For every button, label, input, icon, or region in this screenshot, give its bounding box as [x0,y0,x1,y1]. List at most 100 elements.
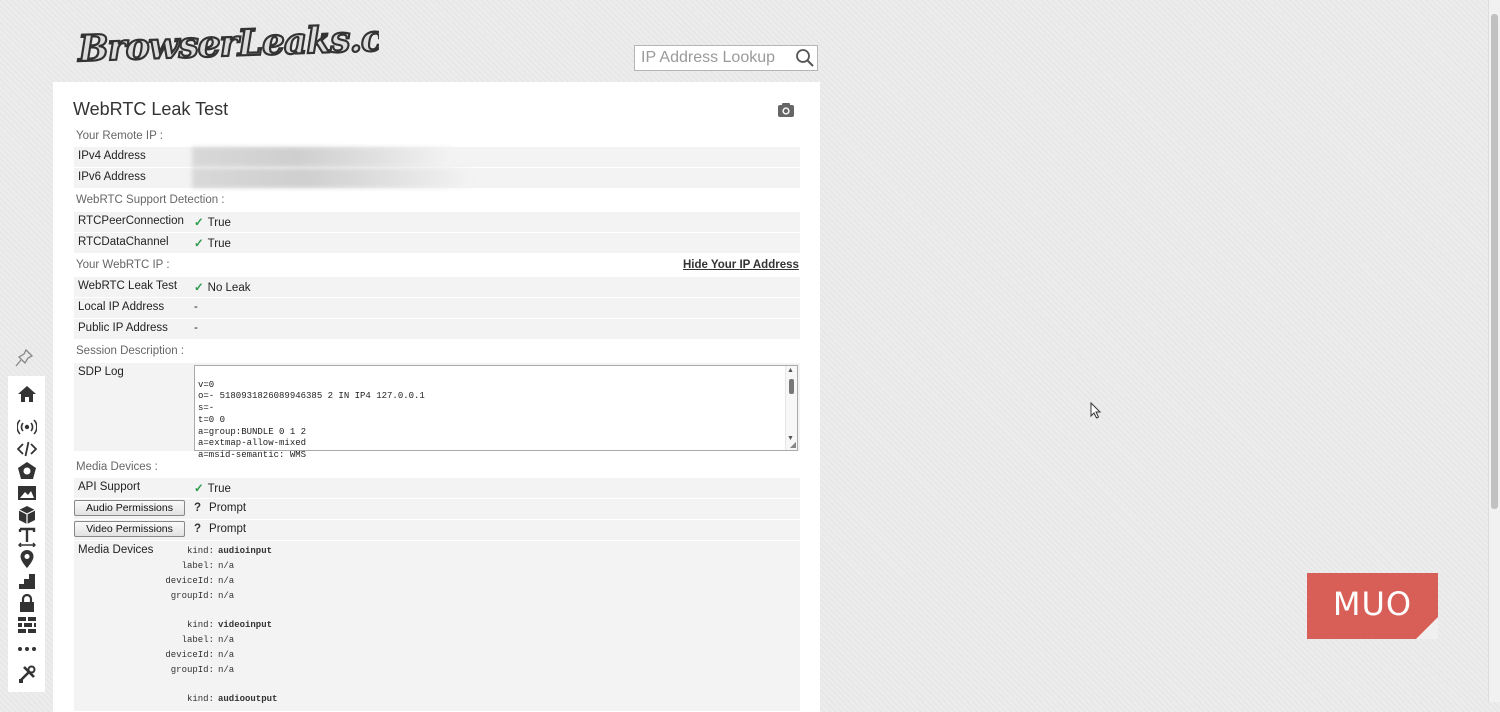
local-ip-value: - [194,301,198,313]
location-icon[interactable] [17,549,37,569]
device-block-audioinput: kind: audioinput label: n/a deviceId: n/a g… [104,544,272,604]
rtcdata-label: RTCDataChannel [78,236,169,248]
device-kind: audiooutput [218,694,278,704]
image-icon[interactable] [17,483,37,503]
ipv4-value-blurred [192,147,452,167]
rtcdata-value: True [207,238,231,250]
sdp-log-textarea[interactable]: v=0 o=- 5180931826089946385 2 IN IP4 127… [194,365,798,460]
device-key: kind: [186,694,214,704]
device-key: groupId: [170,591,214,601]
sdp-line: a=group:BUNDLE 0 1 2 [198,426,307,437]
public-ip-value: - [194,322,198,334]
device-id: n/a [218,650,235,660]
sdp-line: a=extmap-allow-mixed [198,438,307,449]
local-ip-label: Local IP Address [78,301,165,313]
local-ip-row: Local IP Address - [74,298,800,318]
section-webrtc-ip: Your WebRTC IP : [76,259,170,271]
broadcast-icon[interactable] [17,417,37,437]
mouse-cursor-icon [1090,402,1102,419]
hide-ip-link[interactable]: Hide Your IP Address [683,259,799,271]
device-block-audiooutput: kind: audiooutput [104,692,277,707]
section-remote-ip: Your Remote IP : [76,130,163,142]
section-media: Media Devices : [76,461,158,473]
sdp-scrollbar[interactable]: ▲ ▼ [785,366,797,450]
sdp-line: t=0 0 [198,414,226,425]
ip-lookup-input[interactable] [635,46,791,70]
section-support: WebRTC Support Detection : [76,194,225,206]
muo-watermark: MUO [1307,573,1438,639]
rtcpeer-value: True [207,217,231,229]
scroll-thumb[interactable] [789,379,794,394]
media-devices-row: Media Devices kind: audioinput label: n/a … [74,541,800,711]
ipv6-value-blurred [192,168,472,188]
check-icon: ✓ [194,238,204,250]
api-support-value: True [207,483,231,495]
rtcdata-row: RTCDataChannel ✓ True [74,233,800,253]
text-icon[interactable] [17,527,37,547]
firewall-icon[interactable] [17,615,37,635]
resize-handle-icon[interactable]: ◢ [790,440,796,449]
camera-icon[interactable] [777,102,795,118]
tools-icon[interactable] [17,664,37,684]
device-key: label: [181,561,214,571]
check-icon: ✓ [194,483,204,495]
check-icon: ✓ [194,217,204,229]
page-scroll-thumb[interactable] [1491,14,1498,509]
device-key: label: [181,635,214,645]
public-ip-label: Public IP Address [78,322,168,334]
device-key: deviceId: [165,576,214,586]
page-title: WebRTC Leak Test [73,99,229,119]
device-key: groupId: [170,665,214,675]
sdp-log-text: v=0 o=- 5180931826089946385 2 IN IP4 127… [198,368,425,462]
video-permission-value: Prompt [209,523,247,535]
audio-permission-value: Prompt [209,502,247,514]
logo-text: BrowserLeaks.com [76,15,379,70]
device-key: kind: [186,620,214,630]
sdp-row: SDP Log v=0 o=- 5180931826089946385 2 IN… [74,363,800,460]
sdp-line: a=msid-semantic: WMS [198,449,307,460]
pin-icon[interactable] [14,348,34,368]
api-support-row: API Support ✓ True [74,478,800,498]
leak-test-row: WebRTC Leak Test ✓ No Leak [74,277,800,297]
ipv6-row: IPv6 Address [74,168,800,188]
video-permissions-button[interactable]: Video Permissions [74,521,185,537]
device-key: kind: [186,546,214,556]
ip-lookup-search [634,45,818,71]
sdp-label: SDP Log [78,366,124,378]
question-icon: ? [194,502,202,514]
scroll-up-icon[interactable]: ▲ [787,367,794,374]
device-id: n/a [218,576,235,586]
device-block-videoinput: kind: videoinput label: n/a deviceId: n/a g… [104,618,272,678]
question-icon: ? [194,523,202,535]
device-kind: audioinput [218,546,273,556]
page-scrollbar[interactable] [1488,0,1500,702]
public-ip-row: Public IP Address - [74,319,800,339]
device-kind: videoinput [218,620,273,630]
rtcpeer-label: RTCPeerConnection [78,215,184,227]
ipv4-label: IPv4 Address [78,150,146,162]
rtcpeer-row: RTCPeerConnection ✓ True [74,212,800,232]
api-support-label: API Support [78,481,141,493]
device-group: n/a [218,665,235,675]
lock-icon[interactable] [17,593,37,613]
device-key: deviceId: [165,650,214,660]
sdp-line: v=0 [198,379,215,390]
chart-icon[interactable] [17,571,37,591]
device-label: n/a [218,561,235,571]
ipv6-label: IPv6 Address [78,171,146,183]
cube-icon[interactable] [17,505,37,525]
code-icon[interactable] [17,439,37,459]
audio-permission-row: Audio Permissions ? Prompt [74,499,800,519]
leak-test-value: No Leak [207,282,251,294]
video-permission-row: Video Permissions ? Prompt [74,520,800,540]
puzzle-icon[interactable] [17,461,37,481]
content-panel: WebRTC Leak Test Your Remote IP : IPv4 A… [53,82,820,712]
more-icon[interactable] [17,639,37,659]
audio-permissions-button[interactable]: Audio Permissions [74,500,185,516]
device-label: n/a [218,635,235,645]
site-logo[interactable]: BrowserLeaks.com [74,14,443,71]
search-icon[interactable] [795,48,815,68]
check-icon: ✓ [194,282,204,294]
home-icon[interactable] [17,384,37,404]
tool-sidebar [8,376,45,692]
